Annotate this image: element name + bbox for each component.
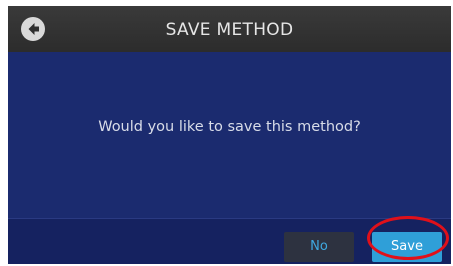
save-button[interactable]: Save — [372, 232, 442, 262]
header-bar: SAVE METHOD — [8, 6, 451, 52]
dialog-footer: No Save — [8, 218, 451, 264]
dialog-message: Would you like to save this method? — [98, 119, 361, 135]
page-title: SAVE METHOD — [165, 20, 294, 40]
dialog-body: Would you like to save this method? — [8, 52, 451, 218]
screen: SAVE METHOD Would you like to save this … — [8, 6, 451, 264]
no-button[interactable]: No — [284, 232, 354, 262]
